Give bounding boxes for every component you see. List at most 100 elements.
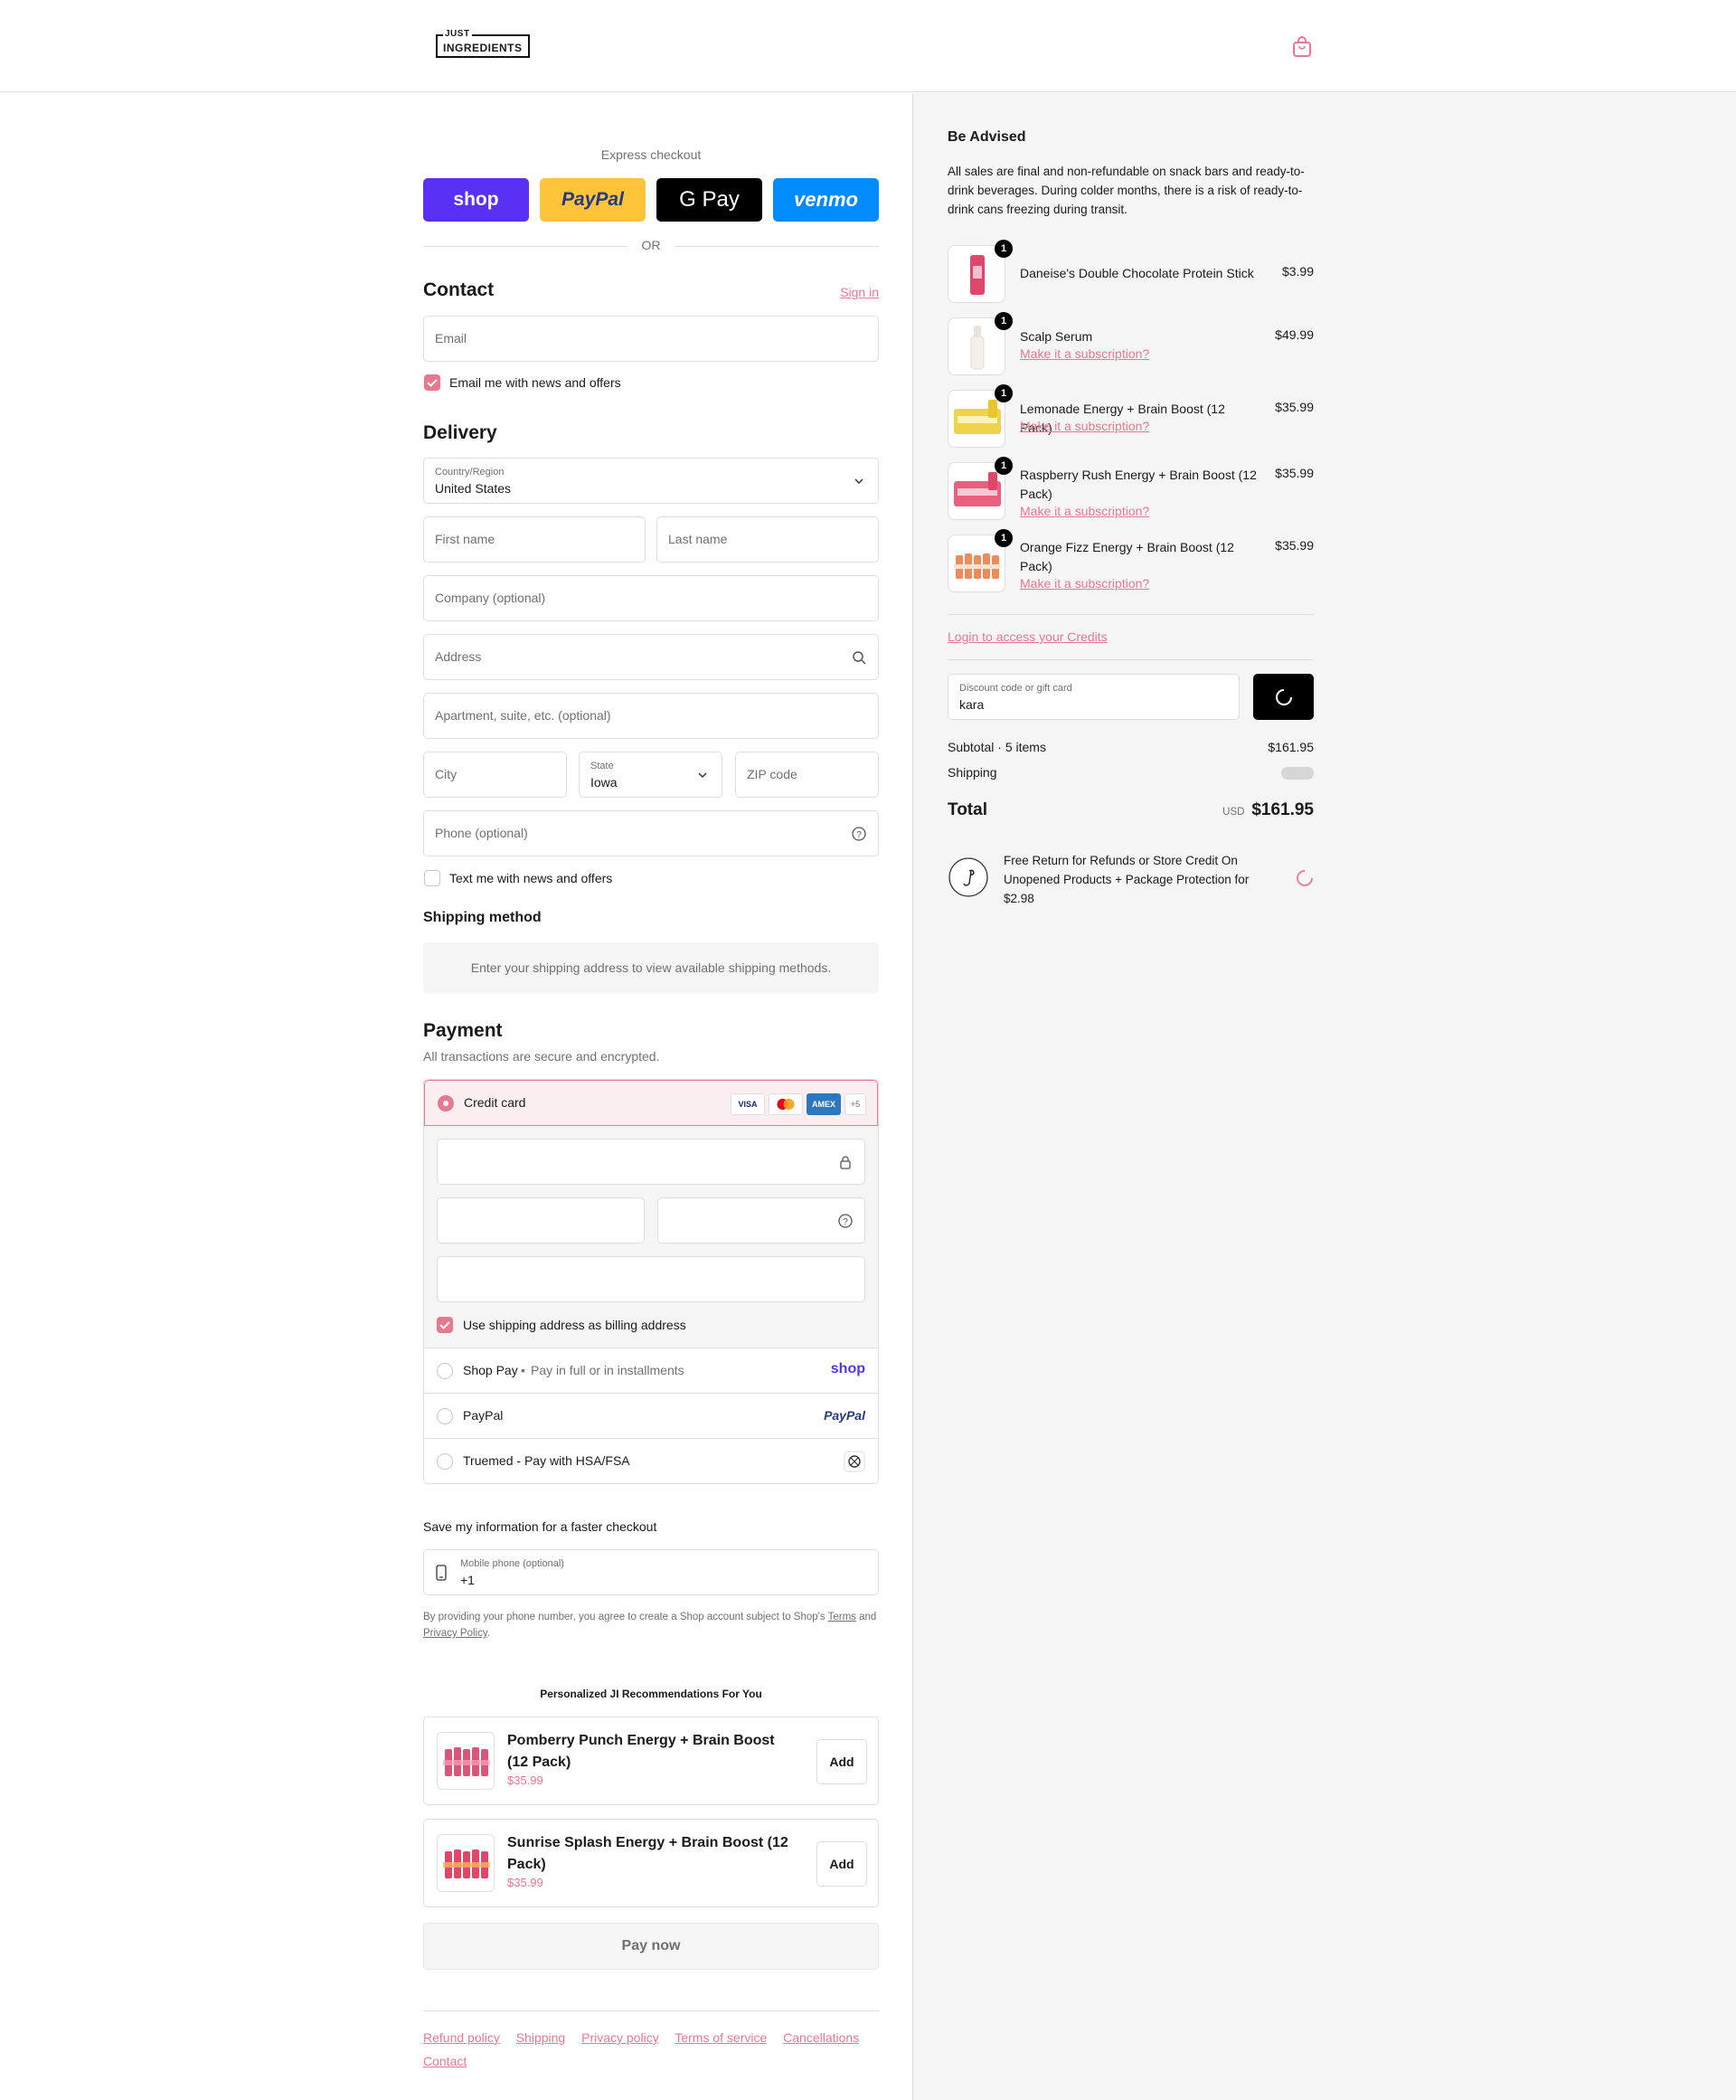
venmo-express-button[interactable]: venmo [773, 178, 879, 222]
paypal-radio[interactable] [437, 1408, 453, 1424]
item-price: $3.99 [1281, 264, 1314, 279]
truemed-icon [844, 1451, 865, 1472]
quantity-badge: 1 [995, 240, 1013, 258]
protection-logo-icon [948, 857, 988, 897]
footer-link-cancellations[interactable]: Cancellations [783, 2030, 859, 2045]
help-circle-icon[interactable]: ? [851, 826, 867, 842]
legal-period: . [486, 1628, 490, 1639]
svg-text:?: ? [843, 1217, 848, 1227]
country-select[interactable]: Country/Region United States [423, 458, 879, 504]
subscription-link[interactable]: Make it a subscription? [1020, 576, 1149, 591]
truemed-radio[interactable] [437, 1453, 453, 1470]
logo-line2: INGREDIENTS [443, 42, 523, 54]
check-icon [439, 1321, 450, 1329]
recommendation-card: Sunrise Splash Energy + Brain Boost (12 … [423, 1819, 879, 1907]
credits-login-link[interactable]: Login to access your Credits [948, 629, 1108, 644]
footer-link-privacy-policy[interactable]: Privacy policy [581, 2030, 659, 2045]
loading-spinner-icon [1276, 689, 1292, 705]
footer-link-terms-of-service[interactable]: Terms of service [675, 2030, 767, 2045]
card-number-field[interactable] [437, 1139, 865, 1185]
discount-code-value: kara [959, 697, 985, 712]
shop-pay-radio[interactable] [437, 1363, 453, 1379]
subscription-link[interactable]: Make it a subscription? [1020, 419, 1149, 433]
google-pay-express-button[interactable]: G Pay [656, 178, 762, 222]
shipping-method-title: Shipping method [423, 910, 542, 925]
name-on-card-field[interactable] [437, 1256, 865, 1302]
add-recommendation-button[interactable]: Add [816, 1841, 867, 1887]
email-opt-in-checkbox[interactable] [424, 374, 440, 391]
zip-field[interactable]: ZIP code [735, 752, 879, 798]
paypal-express-button[interactable]: PayPal [540, 178, 646, 222]
subscription-link[interactable]: Make it a subscription? [1020, 346, 1149, 361]
pay-now-button[interactable]: Pay now [423, 1923, 879, 1970]
truemed-option[interactable]: Truemed - Pay with HSA/FSA [424, 1439, 878, 1483]
product-image [437, 1834, 495, 1892]
billing-same-checkbox[interactable] [437, 1317, 453, 1333]
first-name-field[interactable]: First name [423, 516, 646, 563]
zip-placeholder: ZIP code [747, 767, 797, 781]
email-opt-in-label: Email me with news and offers [449, 375, 621, 390]
total-value: $161.95 [1251, 800, 1314, 819]
expiration-date-field[interactable] [437, 1197, 645, 1244]
amex-icon: AMEX [807, 1093, 841, 1115]
discount-code-field[interactable]: Discount code or gift card kara [948, 674, 1240, 720]
check-icon [427, 379, 438, 387]
be-advised-text: All sales are final and non-refundable o… [948, 165, 1305, 216]
shop-pay-express-button[interactable]: shop [423, 178, 529, 222]
address-field[interactable]: Address [423, 634, 879, 680]
first-name-placeholder: First name [435, 532, 495, 546]
shop-terms-link[interactable]: Terms [828, 1612, 856, 1622]
paypal-option[interactable]: PayPal PayPal [424, 1394, 878, 1439]
footer-link-shipping[interactable]: Shipping [516, 2030, 566, 2045]
company-field[interactable]: Company (optional) [423, 575, 879, 621]
credit-card-radio[interactable] [438, 1095, 454, 1111]
save-info-title: Save my information for a faster checkou… [423, 1519, 657, 1534]
country-label: Country/Region [435, 467, 505, 478]
shop-privacy-link[interactable]: Privacy Policy [423, 1628, 487, 1639]
sign-in-link[interactable]: Sign in [840, 285, 879, 299]
country-value: United States [435, 481, 512, 496]
security-code-field[interactable]: ? [657, 1197, 865, 1244]
shipping-value-placeholder [1281, 767, 1314, 780]
legal-text: By providing your phone number, you agre… [423, 1612, 826, 1622]
subtotal-value: $161.95 [1268, 740, 1314, 754]
search-icon [853, 651, 866, 665]
store-logo[interactable]: JUST INGREDIENTS [436, 29, 530, 58]
add-recommendation-button[interactable]: Add [816, 1739, 867, 1784]
total-label: Total [948, 800, 987, 819]
cart-bag-icon[interactable] [1292, 36, 1312, 58]
last-name-field[interactable]: Last name [656, 516, 879, 563]
last-name-placeholder: Last name [668, 532, 728, 546]
item-price: $35.99 [1275, 538, 1314, 553]
card-brands: VISA AMEX +5 [731, 1093, 866, 1115]
shop-pay-option[interactable]: Shop Pay • Pay in full or in installment… [424, 1348, 878, 1394]
subtotal-row: Subtotal · 5 items $161.95 [948, 740, 1314, 754]
subscription-link[interactable]: Make it a subscription? [1020, 504, 1149, 518]
paypal-logo: PayPal [824, 1408, 865, 1423]
truemed-label: Truemed - Pay with HSA/FSA [463, 1453, 630, 1468]
svg-text:?: ? [856, 830, 862, 840]
billing-same-label: Use shipping address as billing address [463, 1318, 686, 1332]
package-protection: Free Return for Refunds or Store Credit … [948, 851, 1314, 909]
shop-pay-logo: shop [830, 1361, 865, 1376]
footer-link-contact[interactable]: Contact [423, 2054, 467, 2068]
email-field[interactable]: Email [423, 316, 879, 362]
shipping-label: Shipping [948, 765, 997, 780]
address-placeholder: Address [435, 649, 482, 664]
phone-field[interactable]: Phone (optional) ? [423, 810, 879, 856]
credit-card-option[interactable]: Credit card VISA AMEX +5 [424, 1080, 878, 1126]
text-opt-in-checkbox[interactable] [424, 870, 440, 886]
mobile-phone-field[interactable]: Mobile phone (optional) +1 [423, 1549, 879, 1595]
recommendation-name: Pomberry Punch Energy + Brain Boost (12 … [507, 1733, 775, 1770]
visa-icon: VISA [731, 1093, 765, 1115]
help-circle-icon[interactable]: ? [837, 1213, 854, 1229]
apply-discount-button[interactable] [1253, 674, 1314, 720]
shipping-method-message: Enter your shipping address to view avai… [423, 942, 879, 993]
protection-text: Free Return for Refunds or Store Credit … [1004, 854, 1250, 905]
footer-link-refund-policy[interactable]: Refund policy [423, 2030, 500, 2045]
apartment-field[interactable]: Apartment, suite, etc. (optional) [423, 693, 879, 739]
city-field[interactable]: City [423, 752, 567, 798]
state-select[interactable]: State Iowa [579, 752, 722, 798]
item-name: Orange Fizz Energy + Brain Boost (12 Pac… [1020, 540, 1234, 573]
shop-pay-note: Pay in full or in installments [531, 1363, 684, 1377]
